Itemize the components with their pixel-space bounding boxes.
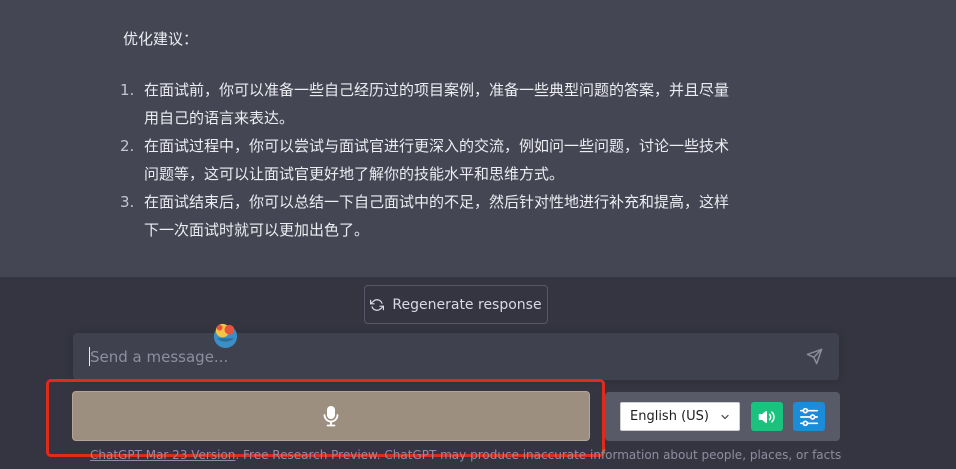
voice-settings-button[interactable] bbox=[793, 402, 825, 431]
chevron-down-icon bbox=[721, 414, 729, 420]
assistant-response: 优化建议： 1. 在面试前，你可以准备一些自己经历过的项目案例，准备一些典型问题… bbox=[0, 0, 956, 277]
language-value: English (US) bbox=[630, 409, 709, 424]
extension-mascot-icon[interactable] bbox=[211, 320, 240, 349]
list-item: 2. 在面试过程中，你可以尝试与面试官进行更深入的交流，例如问一些问题，讨论一些… bbox=[120, 132, 780, 188]
version-link[interactable]: ChatGPT Mar 23 Version bbox=[90, 448, 235, 462]
message-box[interactable] bbox=[73, 333, 839, 380]
regenerate-label: Regenerate response bbox=[392, 296, 542, 313]
list-number: 1. bbox=[120, 81, 135, 99]
message-input[interactable] bbox=[90, 333, 790, 380]
list-item: 3. 在面试结束后，你可以总结一下自己面试中的不足，然后针对性地进行补充和提高，… bbox=[120, 188, 780, 244]
send-icon[interactable] bbox=[806, 348, 823, 365]
list-text-line: 在面试结束后，你可以总结一下自己面试中的不足，然后针对性地进行补充和提高，这样 bbox=[144, 193, 730, 211]
footer-disclaimer: ChatGPT Mar 23 Version. Free Research Pr… bbox=[90, 448, 850, 462]
regenerate-response-button[interactable]: Regenerate response bbox=[364, 285, 548, 324]
list-text-line: 问题等，这可以让面试官更好地了解你的技能水平和思维方式。 bbox=[144, 165, 565, 183]
settings-sliders-icon bbox=[800, 407, 819, 426]
list-number: 2. bbox=[120, 137, 135, 155]
refresh-icon bbox=[370, 298, 385, 311]
list-text-line: 在面试过程中，你可以尝试与面试官进行更深入的交流，例如问一些问题，讨论一些技术 bbox=[144, 137, 730, 155]
list-text-line: 用自己的语言来表达。 bbox=[144, 109, 295, 127]
list-text-line: 在面试前，你可以准备一些自己经历过的项目案例，准备一些典型问题的答案，并且尽量 bbox=[144, 81, 730, 99]
disclaimer-text: . Free Research Preview. ChatGPT may pro… bbox=[235, 448, 842, 462]
list-number: 3. bbox=[120, 193, 135, 211]
speaker-icon bbox=[758, 410, 775, 423]
list-item: 1. 在面试前，你可以准备一些自己经历过的项目案例，准备一些典型问题的答案，并且… bbox=[120, 76, 780, 132]
voice-input-button[interactable] bbox=[72, 391, 590, 441]
language-select[interactable]: English (US) bbox=[620, 402, 740, 431]
microphone-icon bbox=[323, 406, 339, 427]
response-heading: 优化建议： bbox=[123, 30, 199, 48]
list-text-line: 下一次面试时就可以更加出色了。 bbox=[144, 221, 370, 239]
suggestion-list: 1. 在面试前，你可以准备一些自己经历过的项目案例，准备一些典型问题的答案，并且… bbox=[120, 76, 780, 244]
speaker-toggle-button[interactable] bbox=[751, 402, 783, 431]
